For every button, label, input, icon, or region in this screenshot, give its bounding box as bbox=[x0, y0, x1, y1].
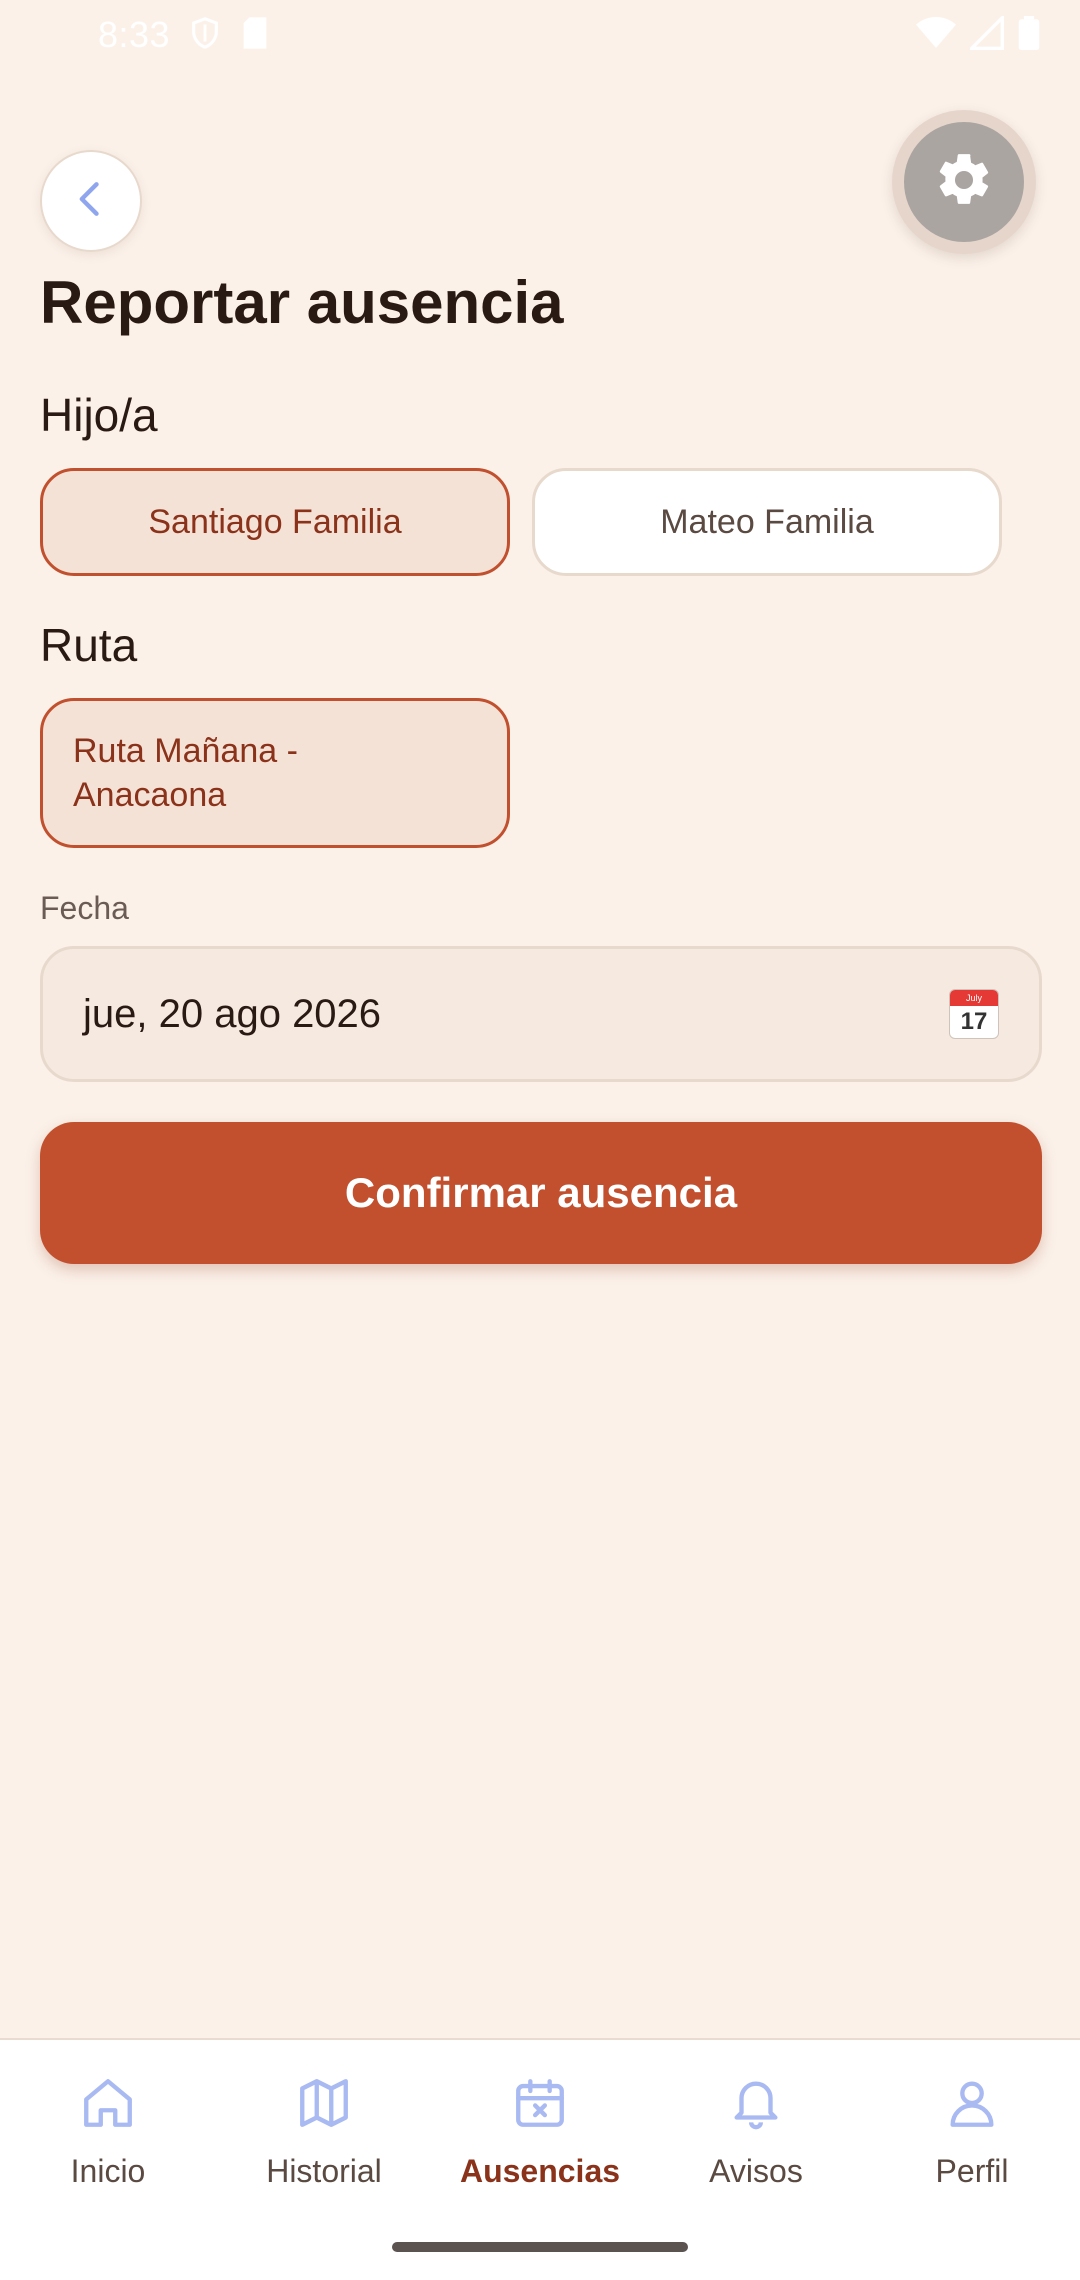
map-icon bbox=[295, 2074, 353, 2137]
wifi-icon bbox=[916, 16, 956, 55]
chevron-left-icon bbox=[69, 177, 113, 226]
route-chip-line2: Anacaona bbox=[73, 776, 227, 814]
status-left: 8:33 bbox=[98, 14, 270, 56]
status-right bbox=[916, 13, 1040, 55]
back-button[interactable] bbox=[40, 150, 142, 252]
user-icon bbox=[943, 2074, 1001, 2137]
home-icon bbox=[79, 2074, 137, 2137]
calendar-x-icon bbox=[511, 2074, 569, 2137]
calendar-icon-day: 17 bbox=[960, 1008, 988, 1035]
confirm-absence-button[interactable]: Confirmar ausencia bbox=[40, 1122, 1042, 1264]
battery-icon bbox=[1018, 15, 1040, 55]
nav-label: Historial bbox=[266, 2153, 382, 2189]
route-chip-line1: Ruta Mañana - bbox=[73, 732, 298, 770]
calendar-icon[interactable]: July 17 bbox=[949, 989, 999, 1039]
confirm-absence-label: Confirmar ausencia bbox=[344, 1169, 738, 1216]
route-chip-manana-anacaona[interactable]: Ruta Mañana - Anacaona bbox=[40, 698, 510, 848]
bell-icon bbox=[727, 2074, 785, 2137]
nav-item-inicio[interactable]: Inicio bbox=[8, 2074, 208, 2280]
settings-button[interactable] bbox=[892, 110, 1036, 254]
child-chip-label: Mateo Familia bbox=[660, 502, 874, 541]
cell-signal-icon bbox=[967, 13, 1004, 55]
route-section-label: Ruta bbox=[40, 619, 138, 671]
date-value: jue, 20 ago 2026 bbox=[83, 991, 382, 1036]
nav-label: Avisos bbox=[709, 2153, 803, 2189]
status-bar: 8:33 bbox=[0, 0, 1080, 70]
shield-icon bbox=[188, 16, 222, 55]
calendar-icon-month: July bbox=[950, 990, 998, 1006]
nav-label: Ausencias bbox=[459, 2153, 621, 2189]
nav-label: Inicio bbox=[70, 2153, 146, 2189]
status-time: 8:33 bbox=[98, 14, 171, 55]
child-chip-label: Santiago Familia bbox=[148, 502, 402, 541]
nav-label: Perfil bbox=[935, 2153, 1009, 2189]
child-chip-mateo[interactable]: Mateo Familia bbox=[532, 468, 1002, 576]
home-indicator[interactable] bbox=[392, 2242, 688, 2252]
settings-button-inner bbox=[904, 122, 1024, 242]
gear-icon bbox=[933, 149, 995, 216]
nav-item-perfil[interactable]: Perfil bbox=[872, 2074, 1072, 2280]
page-title: Reportar ausencia bbox=[40, 269, 564, 336]
child-section-label: Hijo/a bbox=[40, 389, 158, 441]
date-field[interactable]: jue, 20 ago 2026 July 17 bbox=[40, 946, 1042, 1082]
date-field-label: Fecha bbox=[40, 890, 129, 926]
child-chip-santiago[interactable]: Santiago Familia bbox=[40, 468, 510, 576]
sd-card-icon bbox=[240, 16, 270, 55]
route-chip-text: Ruta Mañana - Anacaona bbox=[73, 729, 298, 817]
